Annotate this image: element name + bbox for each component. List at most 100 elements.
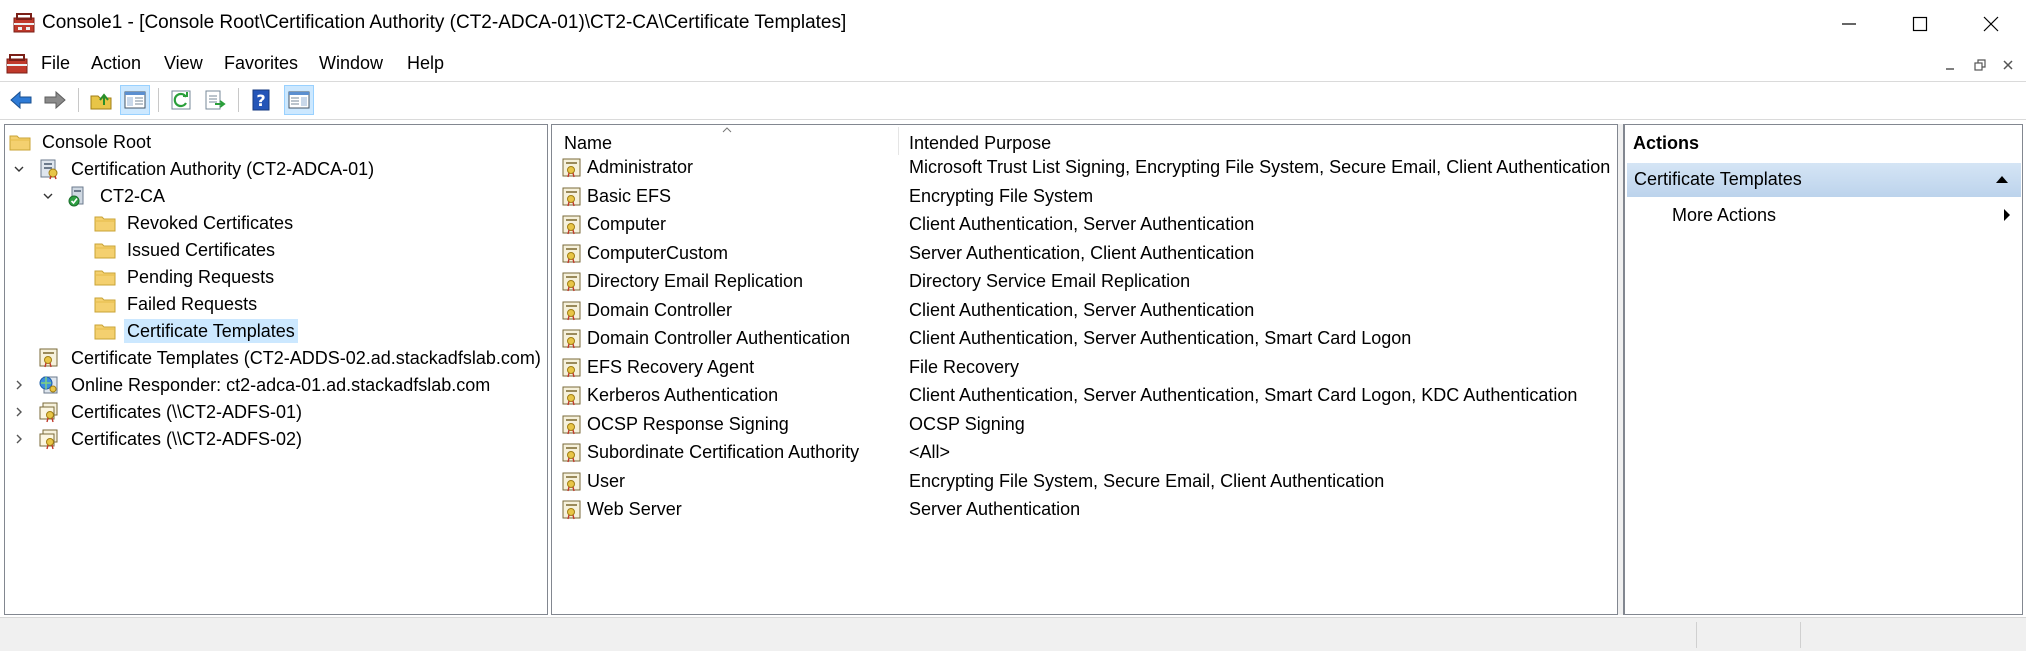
- table-row[interactable]: Basic EFS Encrypting File System: [552, 183, 1617, 211]
- table-row[interactable]: Domain Controller Client Authentication, …: [552, 297, 1617, 325]
- tree-expander[interactable]: [41, 189, 55, 203]
- tree-node-certificates-adfs-01[interactable]: Certificates (\\CT2-ADFS-01): [38, 399, 305, 425]
- maximize-button[interactable]: [1885, 0, 1955, 48]
- intended-purpose: Client Authentication, Server Authentica…: [909, 214, 1255, 234]
- tree-node-certificates-adfs-02[interactable]: Certificates (\\CT2-ADFS-02): [38, 426, 305, 452]
- forward-button[interactable]: [40, 85, 70, 115]
- column-divider[interactable]: [898, 127, 899, 155]
- mmc-system-menu-icon[interactable]: [5, 52, 29, 76]
- chevron-right-icon: [16, 380, 22, 390]
- table-row[interactable]: EFS Recovery Agent File Recovery: [552, 354, 1617, 382]
- help-icon: ?: [252, 89, 270, 111]
- restore-icon: [1974, 59, 1986, 71]
- tree-node-failed-requests[interactable]: Failed Requests: [94, 291, 260, 317]
- tree-expander[interactable]: [12, 405, 26, 419]
- column-header-name[interactable]: Name: [564, 133, 612, 154]
- status-divider: [1800, 622, 1801, 648]
- help-button[interactable]: ?: [246, 85, 276, 115]
- minimize-button[interactable]: [1814, 0, 1884, 48]
- menu-window[interactable]: Window: [319, 53, 383, 74]
- folder-icon: [94, 216, 116, 232]
- tree-node-online-responder[interactable]: Online Responder: ct2-adca-01.ad.stackad…: [38, 372, 493, 398]
- sort-ascending-icon: [722, 127, 732, 133]
- tree-node-ct2-ca[interactable]: CT2-CA: [67, 183, 168, 209]
- table-row[interactable]: OCSP Response Signing OCSP Signing: [552, 411, 1617, 439]
- tree-node-revoked-certificates[interactable]: Revoked Certificates: [94, 210, 296, 236]
- child-close-button[interactable]: [1994, 51, 2022, 79]
- child-restore-button[interactable]: [1966, 51, 1994, 79]
- export-list-button[interactable]: [200, 85, 230, 115]
- close-icon: [1983, 16, 1999, 32]
- menu-favorites[interactable]: Favorites: [224, 53, 298, 74]
- minimize-icon: [1946, 68, 1954, 70]
- table-row[interactable]: User Encrypting File System, Secure Email…: [552, 468, 1617, 496]
- intended-purpose: OCSP Signing: [909, 413, 1025, 434]
- template-name: Computer: [587, 214, 667, 234]
- results-list-pane[interactable]: Name Intended Purpose Administrator Micro…: [551, 124, 1618, 615]
- certificate-templates-icon: [39, 348, 58, 368]
- certificate-template-icon: [562, 215, 581, 235]
- table-row[interactable]: Web Server Server Authentication: [552, 496, 1617, 524]
- show-hide-console-tree-button[interactable]: [120, 85, 150, 115]
- certificate-template-icon: [562, 244, 581, 263]
- actions-section-header[interactable]: Certificate Templates: [1627, 163, 2021, 197]
- show-hide-action-pane-button[interactable]: [284, 85, 314, 115]
- tree-node-console-root[interactable]: Console Root: [9, 129, 154, 155]
- certificate-template-icon: [562, 187, 581, 206]
- tree-node-label: Certificates (\\CT2-ADFS-02): [71, 429, 303, 449]
- actions-section-label: Certificate Templates: [1634, 169, 1802, 189]
- template-name: Directory Email Replication: [587, 271, 804, 291]
- table-row[interactable]: Administrator Microsoft Trust List Signin…: [552, 154, 1617, 182]
- tree-node-certificate-templates[interactable]: Certificate Templates: [94, 318, 298, 344]
- certificate-template-icon: [562, 443, 581, 463]
- table-row[interactable]: Domain Controller Authentication Client A…: [552, 325, 1617, 353]
- up-one-level-button[interactable]: [86, 85, 116, 115]
- toolbar: ?: [0, 83, 2026, 119]
- window-title: Console1 - [Console Root\Certification A…: [42, 12, 847, 33]
- tree-node-label: Certificate Templates: [124, 319, 298, 343]
- tree-expander[interactable]: [12, 378, 26, 392]
- toolbar-separator: [78, 88, 79, 112]
- tree-expander[interactable]: [12, 162, 26, 176]
- child-minimize-button[interactable]: [1936, 51, 1964, 79]
- tree-node-certification-authority[interactable]: Certification Authority (CT2-ADCA-01): [38, 156, 377, 182]
- certificate-template-icon: [562, 500, 581, 520]
- tree-node-certificate-templates-adds[interactable]: Certificate Templates (CT2-ADDS-02.ad.st…: [38, 345, 544, 371]
- intended-purpose: Client Authentication, Server Authentica…: [909, 328, 1412, 348]
- menu-view[interactable]: View: [164, 53, 203, 74]
- close-button[interactable]: [1956, 0, 2026, 48]
- more-actions-item[interactable]: More Actions: [1627, 199, 2021, 233]
- online-responder-icon: [39, 376, 58, 394]
- back-button[interactable]: [6, 85, 36, 115]
- tree-expander[interactable]: [12, 432, 26, 446]
- table-row[interactable]: Subordinate Certification Authority <All>: [552, 439, 1617, 467]
- intended-purpose: File Recovery: [909, 356, 1020, 377]
- more-actions-label: More Actions: [1672, 205, 1777, 225]
- column-header-intended-purpose[interactable]: Intended Purpose: [909, 133, 1051, 154]
- toolbar-separator-line: [0, 119, 2026, 120]
- toolbar-separator: [238, 88, 239, 112]
- tree-node-issued-certificates[interactable]: Issued Certificates: [94, 237, 278, 263]
- back-icon: [10, 90, 32, 110]
- refresh-button[interactable]: [166, 85, 196, 115]
- intended-purpose: Client Authentication, Server Authentica…: [909, 299, 1255, 320]
- menu-file[interactable]: File: [41, 53, 70, 74]
- close-icon: [2003, 60, 2013, 70]
- table-row[interactable]: ComputerCustom Server Authentication, Cli…: [552, 240, 1617, 268]
- menu-action[interactable]: Action: [91, 53, 141, 74]
- menu-help[interactable]: Help: [407, 53, 444, 74]
- mmc-toolbox-icon[interactable]: [12, 11, 36, 35]
- table-row[interactable]: Computer Client Authentication, Server Au…: [552, 211, 1617, 239]
- tree-node-pending-requests[interactable]: Pending Requests: [94, 264, 277, 290]
- toolbar-separator: [158, 88, 159, 112]
- status-divider: [1696, 622, 1697, 648]
- chevron-down-icon: [14, 166, 24, 172]
- forward-icon: [44, 90, 66, 110]
- console-tree-pane[interactable]: Console Root Certification Authority (CT…: [4, 124, 548, 615]
- template-name: OCSP Response Signing: [587, 413, 789, 434]
- collapse-up-icon[interactable]: [1995, 174, 2009, 184]
- actions-title: Actions: [1633, 133, 1700, 153]
- table-row[interactable]: Directory Email Replication Directory Ser…: [552, 268, 1617, 296]
- certificate-template-icon: [562, 272, 581, 292]
- table-row[interactable]: Kerberos Authentication Client Authentica…: [552, 382, 1617, 410]
